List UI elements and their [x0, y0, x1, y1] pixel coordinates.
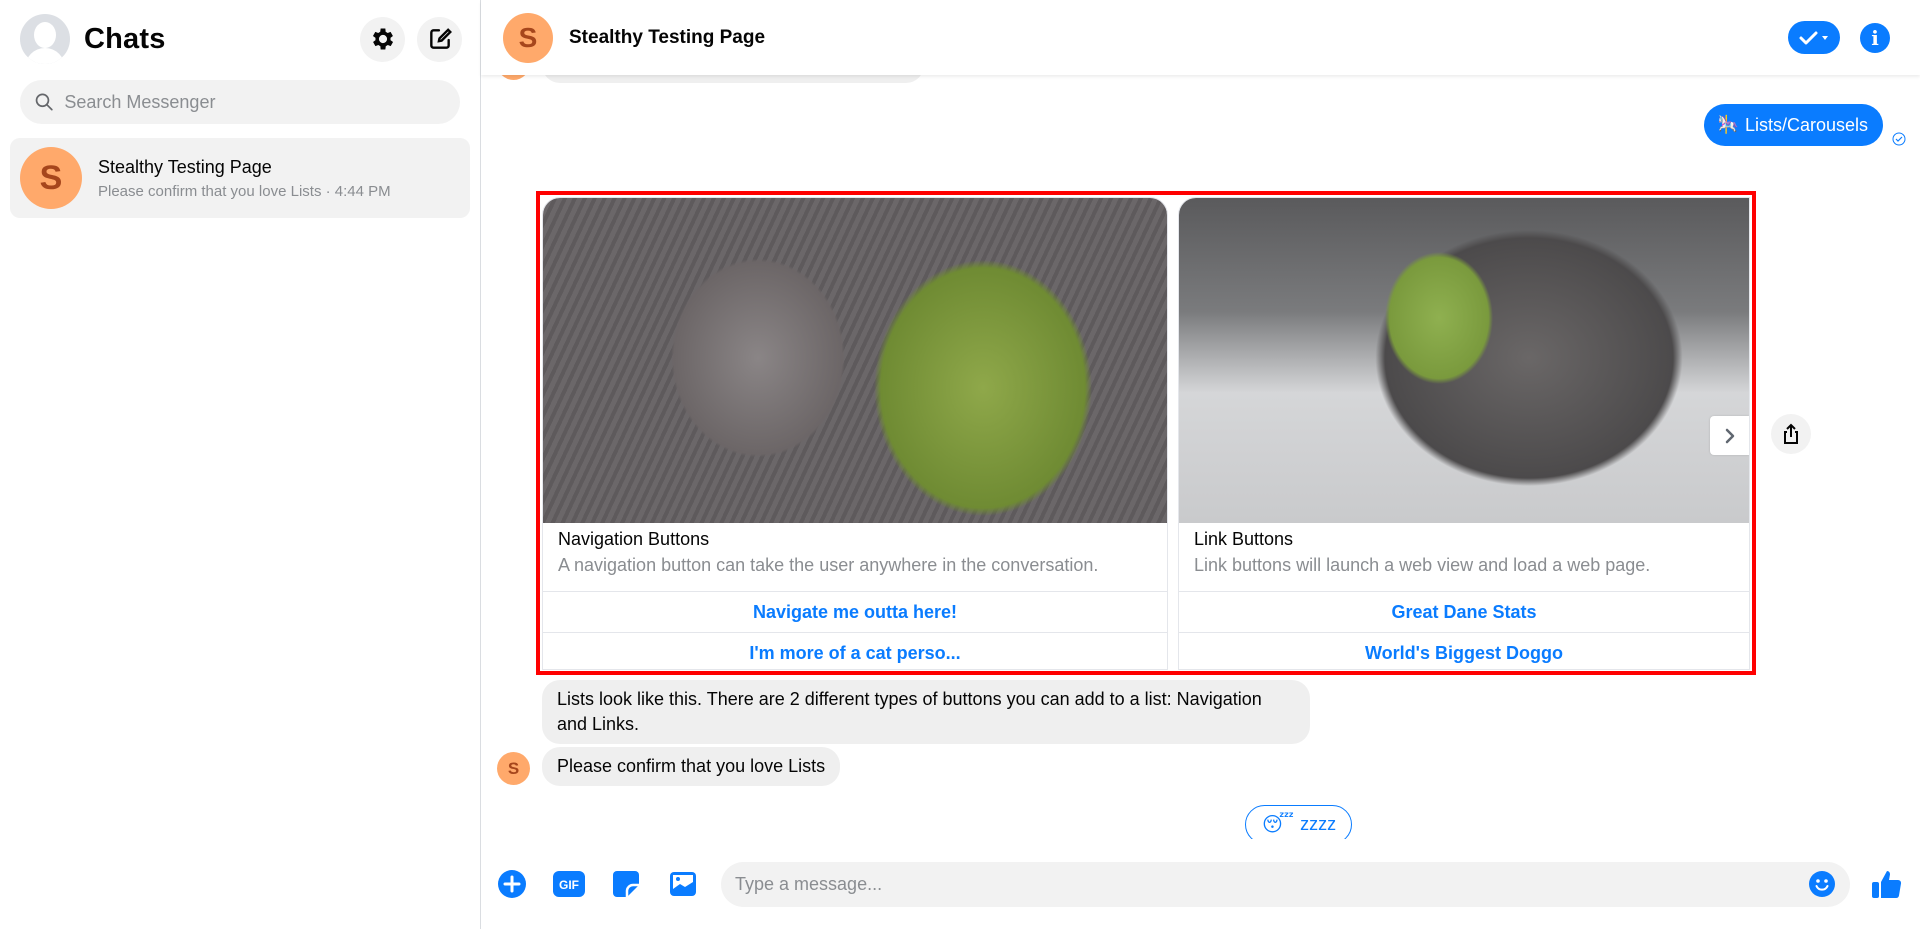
new-message-button[interactable]: [417, 16, 462, 62]
quick-reply-label: zzzz: [1300, 814, 1337, 834]
card-button-biggest-doggo[interactable]: World's Biggest Doggo: [1179, 632, 1749, 669]
sidebar-header: Chats: [0, 0, 480, 78]
outgoing-message: 🎠 Lists/Carousels: [1703, 104, 1883, 146]
share-icon: [1784, 423, 1798, 444]
avatar-body-shape: [25, 48, 65, 64]
outgoing-message-text: Lists/Carousels: [1744, 114, 1868, 135]
messenger-app: Chats S Stealthy Testing Page Please con…: [0, 0, 1920, 929]
search-input[interactable]: [64, 91, 446, 113]
card-button-navigate[interactable]: Navigate me outta here!: [543, 591, 1167, 632]
gif-icon: GIF: [553, 871, 585, 897]
card-image-great-dane[interactable]: [1179, 198, 1749, 523]
sticker-icon: [613, 871, 639, 897]
chat-header-name[interactable]: Stealthy Testing Page: [569, 27, 1788, 49]
search-bar[interactable]: [20, 80, 460, 124]
carousel-next-button[interactable]: [1710, 416, 1749, 455]
sleeping-face-icon: 😴: [1262, 814, 1295, 836]
conversation-avatar: S: [20, 147, 82, 209]
message-input[interactable]: [735, 873, 1808, 895]
card-image-puppy[interactable]: [543, 198, 1167, 523]
info-icon: i: [1871, 25, 1879, 50]
card-body: Link Buttons Link buttons will launch a …: [1179, 523, 1749, 591]
quick-reply-button[interactable]: 😴 zzzz: [1245, 805, 1353, 839]
card-subtitle: Link buttons will launch a web view and …: [1194, 555, 1651, 575]
svg-text:GIF: GIF: [559, 878, 579, 892]
card-subtitle: A navigation button can take the user an…: [558, 555, 1099, 575]
new-message-icon: [429, 28, 452, 49]
more-actions-button[interactable]: [495, 867, 529, 901]
chevron-right-icon: [1725, 428, 1734, 443]
image-button[interactable]: [666, 867, 700, 901]
thumbs-up-icon: [1872, 871, 1902, 899]
sidebar: Chats S Stealthy Testing Page Please con…: [0, 0, 481, 929]
search-icon: [35, 93, 53, 111]
message-input-container[interactable]: [721, 861, 1850, 907]
carousel-card: Link Buttons Link buttons will launch a …: [1178, 197, 1750, 670]
check-dropdown-icon: [1799, 31, 1828, 44]
chat-header-avatar[interactable]: S: [503, 12, 553, 63]
settings-button[interactable]: [360, 16, 405, 62]
emoji-icon[interactable]: [1808, 870, 1836, 898]
card-title: Navigation Buttons: [558, 529, 710, 549]
chat-panel: S Stealthy Testing Page i 🎠 Lists/Carous…: [481, 0, 1920, 929]
conversation-snippet: Please confirm that you love Lists · 4:4…: [98, 182, 391, 200]
image-icon: [670, 872, 696, 896]
thumbs-up-button[interactable]: [1868, 865, 1906, 903]
conversation-item[interactable]: S Stealthy Testing Page Please confirm t…: [10, 138, 470, 218]
card-button-cat-person[interactable]: I'm more of a cat perso...: [543, 632, 1167, 669]
avatar-head-shape: [34, 22, 56, 48]
card-body: Navigation Buttons A navigation button c…: [543, 523, 1167, 591]
incoming-message: Lists look like this. There are 2 differ…: [542, 680, 1310, 744]
conversation-name: Stealthy Testing Page: [98, 156, 272, 177]
sidebar-title: Chats: [84, 22, 166, 55]
profile-avatar[interactable]: [20, 14, 70, 64]
conversation-text: Stealthy Testing Page Please confirm tha…: [98, 157, 391, 200]
plus-icon: [498, 870, 526, 898]
sender-avatar: S: [497, 752, 530, 785]
incoming-message: Please confirm that you love Lists: [542, 747, 841, 786]
message-list[interactable]: 🎠 Lists/Carousels Navigation Buttons A n…: [481, 0, 1920, 839]
gear-icon: [372, 28, 393, 50]
carousel[interactable]: Navigation Buttons A navigation button c…: [542, 197, 1750, 670]
sent-check-icon: [1892, 132, 1906, 146]
card-title: Link Buttons: [1194, 529, 1294, 549]
status-dropdown-button[interactable]: [1788, 21, 1840, 54]
gif-button[interactable]: GIF: [552, 867, 586, 901]
info-button[interactable]: i: [1860, 22, 1890, 53]
card-button-great-dane-stats[interactable]: Great Dane Stats: [1179, 591, 1749, 632]
carousel-emoji: 🎠: [1717, 115, 1739, 134]
composer: GIF: [481, 839, 1920, 929]
sticker-button[interactable]: [609, 867, 643, 901]
carousel-card: Navigation Buttons A navigation button c…: [542, 197, 1168, 670]
share-button[interactable]: [1771, 414, 1811, 454]
chat-header: S Stealthy Testing Page i: [481, 0, 1920, 75]
